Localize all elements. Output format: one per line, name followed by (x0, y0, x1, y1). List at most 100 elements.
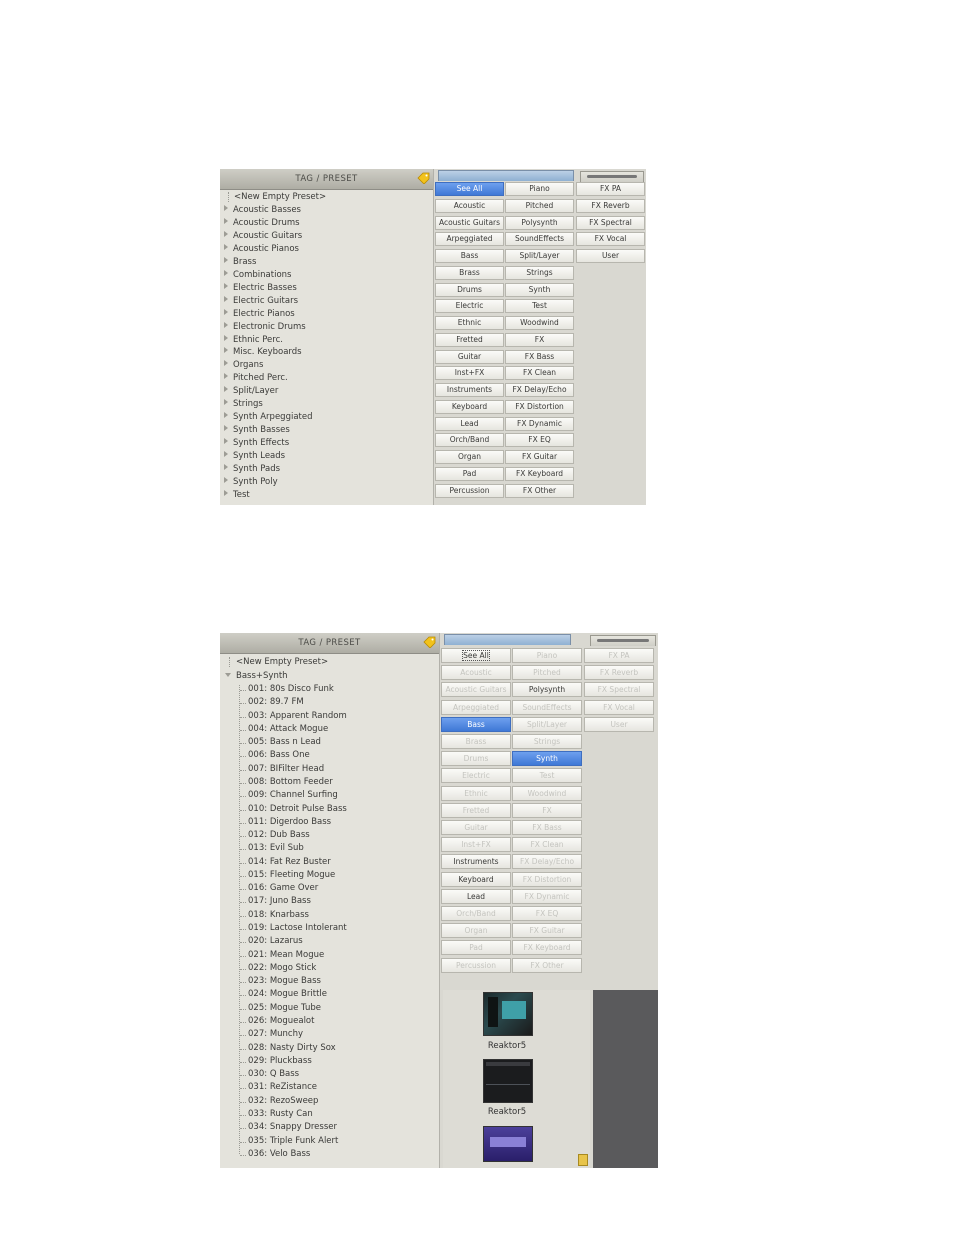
tag-icon[interactable] (423, 636, 436, 648)
tag-button-fx-distortion[interactable]: FX Distortion (512, 871, 582, 887)
preset-item[interactable]: 005: Bass n Lead (248, 736, 321, 749)
tag-button-organ[interactable]: Organ (441, 923, 511, 939)
plugin-thumbnail[interactable] (483, 1126, 533, 1162)
tag-button-strings[interactable]: Strings (505, 265, 574, 280)
preset-item[interactable]: 019: Lactose Intolerant (248, 922, 347, 935)
tag-tree-item[interactable]: Misc. Keyboards (224, 346, 302, 359)
preset-item[interactable]: 027: Munchy (248, 1028, 303, 1041)
tag-button-test[interactable]: Test (512, 768, 582, 784)
tag-button-orch-band[interactable]: Orch/Band (435, 433, 504, 448)
tag-preset-header[interactable]: TAG / PRESET (220, 633, 439, 654)
tag-button-user[interactable]: User (576, 249, 645, 263)
expand-arrow-icon[interactable] (224, 243, 228, 250)
tag-tree-item[interactable]: Combinations (224, 269, 291, 282)
preset-item[interactable]: 035: Triple Funk Alert (248, 1135, 338, 1148)
tag-button-woodwind[interactable]: Woodwind (505, 316, 574, 330)
expand-arrow-icon[interactable] (224, 334, 228, 341)
tag-button-fx-guitar[interactable]: FX Guitar (512, 923, 582, 939)
tag-button-brass[interactable]: Brass (435, 265, 504, 280)
tag-button-test[interactable]: Test (505, 299, 574, 314)
expand-arrow-icon[interactable] (224, 476, 228, 483)
preset-item[interactable]: 029: Pluckbass (248, 1055, 312, 1068)
tag-button-electric[interactable]: Electric (435, 299, 504, 314)
preset-item[interactable]: 031: ReZistance (248, 1081, 317, 1094)
tag-tree-item[interactable]: Electric Basses (224, 282, 297, 295)
tag-button-soundeffects[interactable]: SoundEffects (505, 232, 574, 247)
preset-item[interactable]: 034: Snappy Dresser (248, 1121, 337, 1134)
collapse-arrow-icon[interactable] (225, 673, 231, 677)
tag-button-bass[interactable]: Bass (441, 716, 511, 732)
tag-button-organ[interactable]: Organ (435, 450, 504, 464)
tag-button-fretted[interactable]: Fretted (441, 802, 511, 818)
tag-button-inst-fx[interactable]: Inst+FX (441, 837, 511, 853)
tag-button-fx-spectral[interactable]: FX Spectral (576, 215, 645, 230)
tag-button-split-layer[interactable]: Split/Layer (505, 249, 574, 263)
tag-tree-item[interactable]: Acoustic Guitars (224, 230, 302, 243)
tag-button-percussion[interactable]: Percussion (441, 957, 511, 973)
tag-tree-item[interactable]: Synth Effects (224, 437, 289, 450)
tag-button-see-all[interactable]: See All (441, 648, 511, 663)
tag-button-fretted[interactable]: Fretted (435, 332, 504, 347)
tag-button-lead[interactable]: Lead (441, 888, 511, 904)
expand-arrow-icon[interactable] (224, 412, 228, 419)
tag-button-instruments[interactable]: Instruments (435, 383, 504, 397)
preset-item[interactable]: 023: Mogue Bass (248, 975, 321, 988)
expand-arrow-icon[interactable] (224, 438, 228, 445)
tag-tree-item[interactable]: Acoustic Basses (224, 204, 301, 217)
expand-arrow-icon[interactable] (224, 256, 228, 263)
tag-button-guitar[interactable]: Guitar (441, 820, 511, 835)
tag-tree-item[interactable]: Electric Guitars (224, 295, 298, 308)
tag-tree-item[interactable]: Organs (224, 359, 263, 372)
tag-tree-item[interactable]: Ethnic Perc. (224, 334, 283, 347)
tag-button-fx-vocal[interactable]: FX Vocal (584, 699, 654, 715)
tag-tree-item[interactable]: Synth Leads (224, 450, 285, 463)
preset-item[interactable]: 030: Q Bass (248, 1068, 299, 1081)
preset-item[interactable]: 016: Game Over (248, 882, 318, 895)
tag-button-inst-fx[interactable]: Inst+FX (435, 366, 504, 381)
tag-button-user[interactable]: User (584, 716, 654, 732)
tag-button-polysynth[interactable]: Polysynth (505, 215, 574, 230)
tag-tree-item[interactable]: Brass (224, 256, 256, 269)
tag-tree-item[interactable]: Synth Poly (224, 476, 278, 489)
preset-item[interactable]: 020: Lazarus (248, 935, 303, 948)
scroll-marker[interactable] (578, 1154, 588, 1166)
tag-button-pad[interactable]: Pad (435, 466, 504, 481)
tag-button-fx-keyboard[interactable]: FX Keyboard (505, 466, 574, 481)
new-empty-preset[interactable]: <New Empty Preset> (236, 656, 328, 669)
tag-button-synth[interactable]: Synth (512, 751, 582, 767)
tag-button-orch-band[interactable]: Orch/Band (441, 906, 511, 921)
preset-item[interactable]: 021: Mean Mogue (248, 949, 324, 962)
tag-button-fx-dynamic[interactable]: FX Dynamic (505, 416, 574, 431)
tag-button-keyboard[interactable]: Keyboard (435, 399, 504, 414)
preset-item[interactable]: 025: Mogue Tube (248, 1002, 321, 1015)
tag-button-fx-other[interactable]: FX Other (512, 957, 582, 973)
tag-button-fx-bass[interactable]: FX Bass (505, 349, 574, 364)
preset-item[interactable]: 014: Fat Rez Buster (248, 856, 331, 869)
tag-button-electric[interactable]: Electric (441, 768, 511, 784)
preset-item[interactable]: 022: Mogo Stick (248, 962, 316, 975)
tag-button-drums[interactable]: Drums (441, 751, 511, 767)
preset-item[interactable]: 018: Knarbass (248, 909, 309, 922)
tag-button-acoustic-guitars[interactable]: Acoustic Guitars (435, 215, 504, 230)
tag-tree-item[interactable]: Electric Pianos (224, 308, 295, 321)
tag-button-fx-pa[interactable]: FX PA (576, 182, 645, 196)
preset-item[interactable]: 006: Bass One (248, 749, 310, 762)
tag-button-fx-keyboard[interactable]: FX Keyboard (512, 940, 582, 956)
tag-button-fx-spectral[interactable]: FX Spectral (584, 682, 654, 698)
expand-arrow-icon[interactable] (224, 205, 228, 211)
tag-button-strings[interactable]: Strings (512, 734, 582, 749)
expand-arrow-icon[interactable] (224, 282, 228, 289)
expand-arrow-icon[interactable] (224, 308, 228, 315)
tag-icon[interactable] (417, 172, 430, 184)
preset-item[interactable]: 033: Rusty Can (248, 1108, 313, 1121)
tag-button-fx-bass[interactable]: FX Bass (512, 820, 582, 835)
reaktor-thumbnail[interactable] (483, 992, 533, 1036)
tag-button-acoustic[interactable]: Acoustic (435, 198, 504, 213)
tag-tree-item[interactable]: Synth Pads (224, 463, 280, 476)
tag-button-fx-reverb[interactable]: FX Reverb (576, 198, 645, 213)
tag-button-piano[interactable]: Piano (505, 182, 574, 196)
expand-arrow-icon[interactable] (224, 386, 228, 393)
tag-button-pitched[interactable]: Pitched (505, 198, 574, 213)
preset-item[interactable]: 017: Juno Bass (248, 895, 311, 908)
tag-tree-item[interactable]: Electronic Drums (224, 321, 306, 334)
